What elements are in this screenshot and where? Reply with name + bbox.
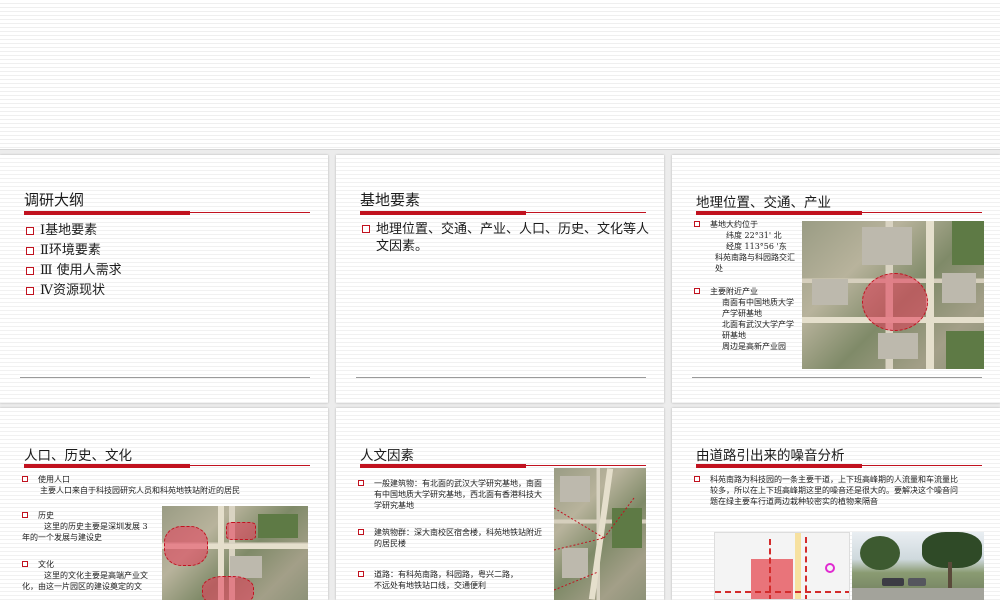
bullet-square-icon: [358, 529, 364, 535]
area-highlight: [164, 526, 208, 566]
slide-title: 人口、历史、文化: [24, 448, 132, 464]
bullet-square-icon: [26, 227, 34, 235]
list-item: 一般建筑物：有北面的武汉大学研究基地，南面有中国地质大学研究基地，西北面有香港科…: [358, 478, 548, 511]
population-map: [162, 506, 308, 600]
bullet-square-icon: [694, 476, 700, 482]
list-item: 地理位置、交通、产业、人口、历史、文化等人文因素。: [362, 221, 652, 255]
blank-slide-area: [0, 0, 1000, 150]
bullet-square-icon: [22, 561, 28, 567]
area-highlight: [202, 576, 254, 600]
slide-title: 人文因素: [360, 448, 414, 464]
bullet-square-icon: [358, 480, 364, 486]
footer-line: [692, 377, 982, 378]
bullet-square-icon: [26, 267, 34, 275]
title-accent-bar: [696, 464, 862, 468]
title-accent-bar: [696, 211, 862, 215]
bullet-square-icon: [26, 247, 34, 255]
slide-title: 基地要素: [360, 191, 421, 209]
title-accent-bar: [24, 464, 190, 468]
title-accent-bar: [24, 211, 190, 215]
list-item: Ⅱ环境要素: [26, 241, 122, 261]
slide-site-elements[interactable]: 基地要素 地理位置、交通、产业、人口、历史、文化等人文因素。: [336, 155, 664, 403]
title-accent-bar: [360, 211, 526, 215]
list-item: 基地大约位于: [694, 219, 799, 230]
bullet-square-icon: [22, 476, 28, 482]
bullet-square-icon: [22, 512, 28, 518]
area-highlight: [226, 522, 256, 540]
slide-location[interactable]: 地理位置、交通、产业 基地大约位于 纬度 22°31' 北 经度 113°56 …: [672, 155, 1000, 403]
street-photo: [852, 532, 984, 600]
site-satellite-map: [802, 221, 984, 369]
list-item: 科苑南路为科技园的一条主要干道，上下班高峰期的人流量和车流量比较多，所以在上下班…: [694, 474, 964, 507]
slide-human-factors[interactable]: 人文因素 一般建筑物：有北面的武汉大学研究基地，南面有中国地质大学研究基地，西北…: [336, 408, 664, 600]
noise-diagram: [714, 532, 850, 600]
list-item: Ⅲ 使用人需求: [26, 261, 122, 281]
human-factors-map: [554, 468, 646, 600]
bullet-square-icon: [694, 221, 700, 227]
footer-line: [20, 377, 310, 378]
location-text: 基地大约位于 纬度 22°31' 北 经度 113°56 '东 科苑南路与科园路…: [694, 219, 799, 352]
slide-outline[interactable]: 调研大纲 Ⅰ基地要素 Ⅱ环境要素 Ⅲ 使用人需求 Ⅳ资源现状: [0, 155, 328, 403]
noise-text: 科苑南路为科技园的一条主要干道，上下班高峰期的人流量和车流量比较多，所以在上下班…: [694, 474, 964, 507]
slide-title: 由道路引出来的噪音分析: [696, 448, 845, 464]
bullet-square-icon: [694, 288, 700, 294]
slide-title: 调研大纲: [24, 191, 85, 209]
list-item: Ⅳ资源现状: [26, 281, 122, 301]
outline-list: Ⅰ基地要素 Ⅱ环境要素 Ⅲ 使用人需求 Ⅳ资源现状: [26, 221, 122, 301]
bullet-square-icon: [362, 225, 370, 233]
site-highlight: [862, 273, 928, 331]
slide-title: 地理位置、交通、产业: [696, 195, 831, 211]
slide-noise-analysis[interactable]: 由道路引出来的噪音分析 科苑南路为科技园的一条主要干道，上下班高峰期的人流量和车…: [672, 408, 1000, 600]
human-factors-text: 一般建筑物：有北面的武汉大学研究基地，南面有中国地质大学研究基地，西北面有香港科…: [358, 478, 548, 591]
bullet-square-icon: [358, 571, 364, 577]
list-item: Ⅰ基地要素: [26, 221, 122, 241]
list-item: 道路：有科苑南路，科园路，粤兴二路，: [358, 569, 548, 580]
list-item: 主要附近产业: [694, 286, 799, 297]
footer-line: [356, 377, 646, 378]
slide-population[interactable]: 人口、历史、文化 使用人口 主要人口来自于科技园研究人员和科苑地铁站附近的居民 …: [0, 408, 328, 600]
list-item: 建筑物群：深大南校区宿舍楼，科苑地铁站附近的居民楼: [358, 527, 548, 549]
title-accent-bar: [360, 464, 526, 468]
pointer-lines-icon: [554, 497, 635, 591]
list-item: 使用人口: [22, 474, 312, 485]
bullet-square-icon: [26, 287, 34, 295]
